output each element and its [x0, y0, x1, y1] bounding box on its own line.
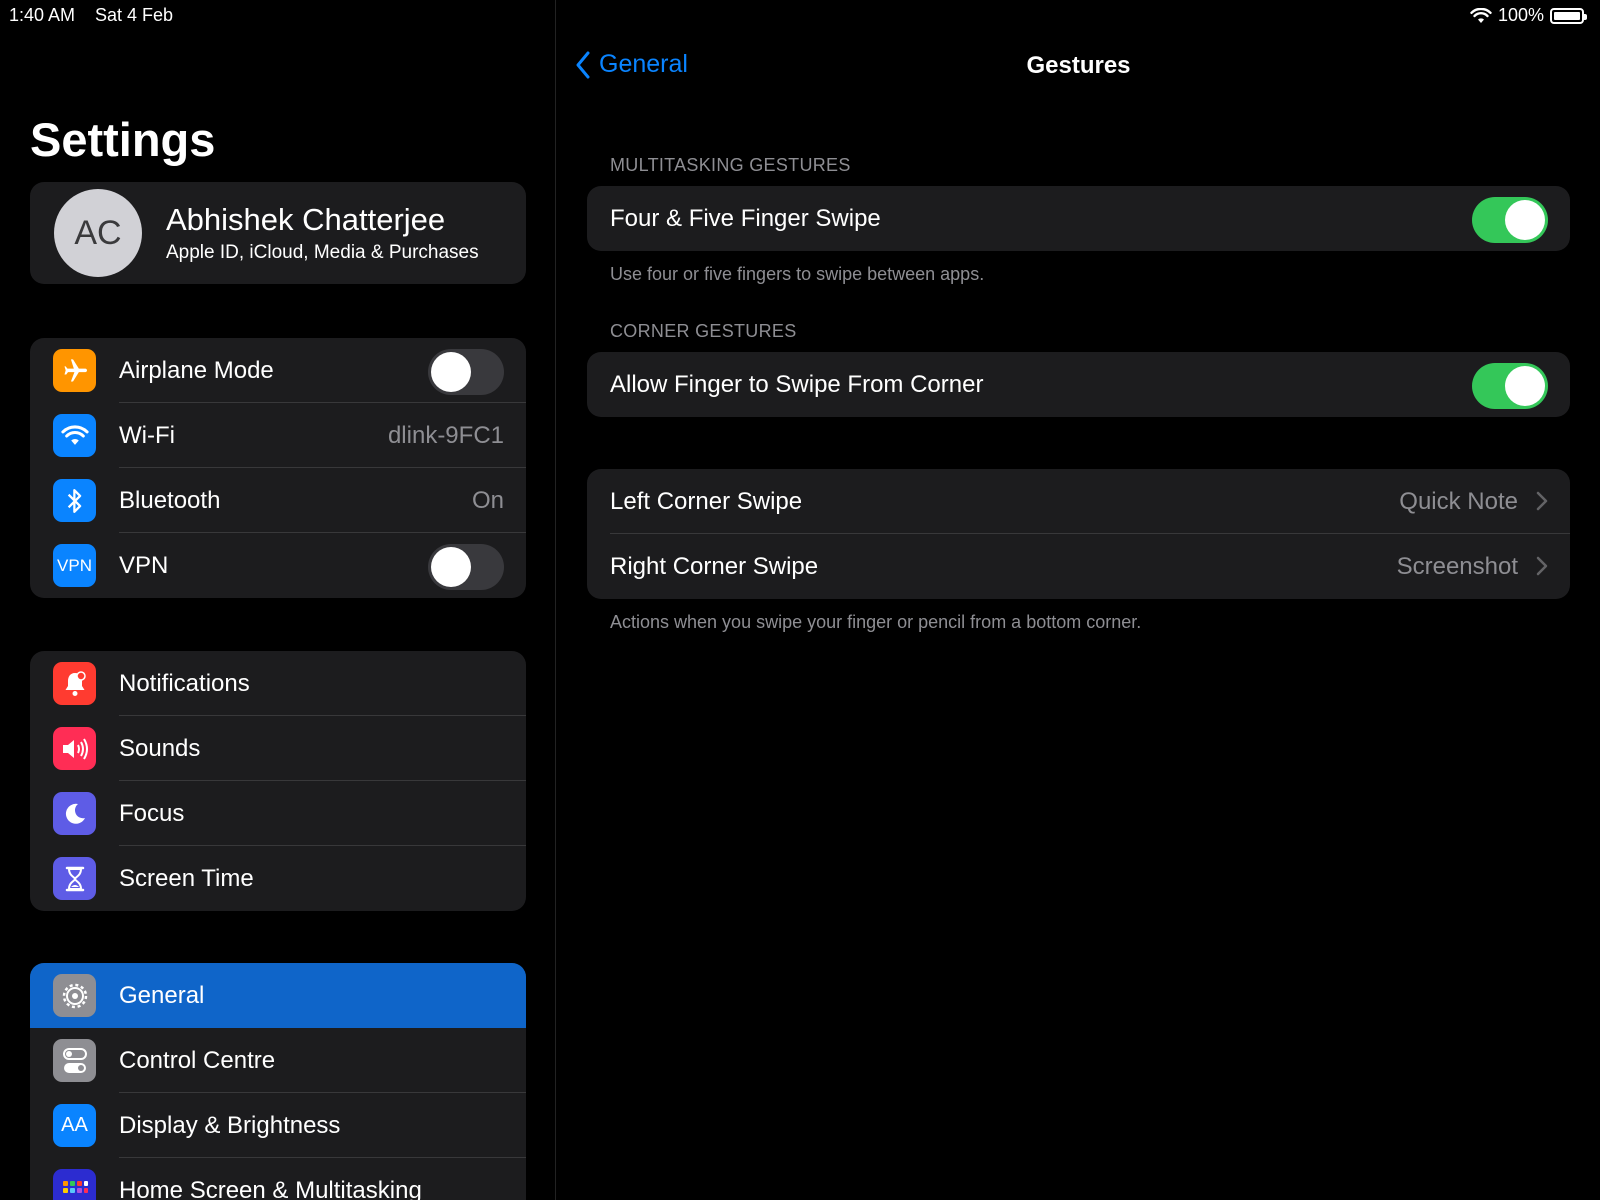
sidebar-item-label: Notifications [119, 669, 250, 697]
sidebar-item-label: Focus [119, 799, 185, 827]
sidebar-item-label: Wi-Fi [119, 421, 175, 449]
sidebar-item-label: Control Centre [119, 1046, 276, 1074]
sidebar-title: Settings [30, 113, 216, 166]
sidebar-item-label: Airplane Mode [119, 356, 274, 384]
corner-toggle-group: Allow Finger to Swipe From Corner [587, 352, 1570, 417]
sidebar-item-airplane-mode[interactable]: Airplane Mode [30, 338, 526, 403]
text-size-icon: AA [53, 1104, 96, 1147]
page-title: Gestures [1026, 52, 1131, 79]
profile-card[interactable]: AC Abhishek Chatterjee Apple ID, iCloud,… [30, 182, 526, 284]
general-group: General Control Centre AA Display & Brig… [30, 963, 526, 1200]
moon-icon [53, 792, 96, 835]
sidebar-item-label: Sounds [119, 734, 201, 762]
right-corner-swipe-row[interactable]: Right Corner Swipe Screenshot [587, 534, 1570, 599]
allow-corner-swipe-row: Allow Finger to Swipe From Corner [587, 352, 1570, 417]
airplane-mode-toggle[interactable] [428, 349, 504, 395]
multitasking-section-header: MULTITASKING GESTURES [610, 155, 851, 175]
bell-icon [53, 662, 96, 705]
grid-icon [53, 1169, 96, 1200]
sidebar-item-notifications[interactable]: Notifications [30, 651, 526, 716]
sidebar-item-label: Bluetooth [119, 486, 221, 514]
vpn-icon: VPN [53, 544, 96, 587]
multitasking-footer: Use four or five fingers to swipe betwee… [610, 264, 985, 284]
bluetooth-value: On [471, 486, 504, 514]
profile-name: Abhishek Chatterjee [166, 202, 446, 237]
four-five-finger-swipe-row: Four & Five Finger Swipe [587, 186, 1570, 251]
corner-actions-group: Left Corner Swipe Quick Note Right Corne… [587, 469, 1570, 599]
chevron-right-icon [1536, 491, 1548, 511]
sidebar-item-display-brightness[interactable]: AA Display & Brightness [30, 1093, 526, 1158]
corner-footer: Actions when you swipe your finger or pe… [610, 612, 1142, 632]
sidebar-item-bluetooth[interactable]: Bluetooth On [30, 468, 526, 533]
sidebar-item-general[interactable]: General [30, 963, 526, 1028]
allow-corner-swipe-label: Allow Finger to Swipe From Corner [610, 370, 984, 398]
wifi-network-value: dlink-9FC1 [387, 421, 504, 449]
sidebar-item-control-centre[interactable]: Control Centre [30, 1028, 526, 1093]
chevron-right-icon [1536, 556, 1548, 576]
sidebar-item-label: VPN [119, 551, 169, 579]
wifi-icon [53, 414, 96, 457]
bluetooth-icon [53, 479, 96, 522]
sidebar-item-label: Home Screen & Multitasking [119, 1176, 422, 1200]
notifications-group: Notifications Sounds Focus Screen Time [30, 651, 526, 911]
speaker-icon [53, 727, 96, 770]
sidebar-item-label: Display & Brightness [119, 1111, 341, 1139]
sidebar-item-home-screen[interactable]: Home Screen & Multitasking [30, 1158, 526, 1200]
left-corner-swipe-row[interactable]: Left Corner Swipe Quick Note [587, 469, 1570, 534]
vpn-toggle[interactable] [428, 544, 504, 590]
airplane-icon [53, 349, 96, 392]
four-five-finger-swipe-label: Four & Five Finger Swipe [610, 204, 881, 232]
profile-subtitle: Apple ID, iCloud, Media & Purchases [166, 242, 479, 263]
gear-icon [53, 974, 96, 1017]
gestures-detail-pane: General Gestures MULTITASKING GESTURES F… [557, 0, 1600, 1200]
sidebar-item-wifi[interactable]: Wi-Fi dlink-9FC1 [30, 403, 526, 468]
sidebar-item-focus[interactable]: Focus [30, 781, 526, 846]
sidebar-item-label: General [119, 981, 205, 1009]
four-five-finger-swipe-toggle[interactable] [1472, 197, 1548, 243]
connectivity-group: Airplane Mode Wi-Fi dlink-9FC1 Bluetooth… [30, 338, 526, 598]
avatar: AC [54, 189, 142, 277]
sidebar-item-screen-time[interactable]: Screen Time [30, 846, 526, 911]
sidebar-item-sounds[interactable]: Sounds [30, 716, 526, 781]
sidebar-item-label: Screen Time [119, 864, 254, 892]
multitasking-group: Four & Five Finger Swipe [587, 186, 1570, 251]
right-corner-swipe-label: Right Corner Swipe [610, 552, 819, 580]
corner-section-header: CORNER GESTURES [610, 321, 797, 341]
allow-corner-swipe-toggle[interactable] [1472, 363, 1548, 409]
left-corner-swipe-label: Left Corner Swipe [610, 487, 803, 515]
hourglass-icon [53, 857, 96, 900]
sidebar-item-vpn[interactable]: VPN VPN [30, 533, 526, 598]
settings-sidebar: Settings AC Abhishek Chatterjee Apple ID… [0, 0, 556, 1200]
right-corner-swipe-value: Screenshot [1396, 552, 1518, 580]
left-corner-swipe-value: Quick Note [1399, 487, 1518, 515]
switches-icon [53, 1039, 96, 1082]
